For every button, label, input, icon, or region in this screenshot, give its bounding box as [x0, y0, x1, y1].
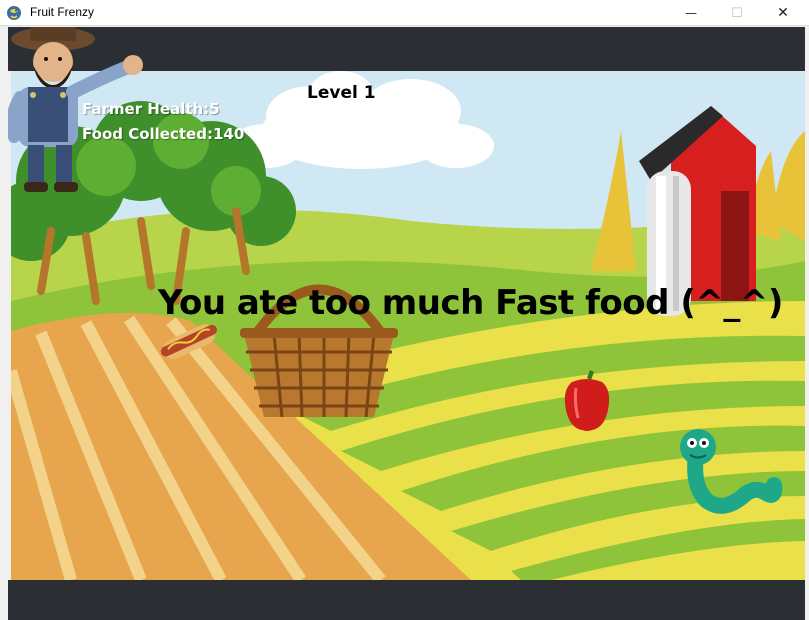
- title-bar: Fruit Frenzy — ☐ ✕: [0, 0, 809, 26]
- minimize-button[interactable]: —: [668, 0, 714, 26]
- snake-app-icon: [7, 6, 21, 20]
- bottom-border-band: [8, 580, 805, 620]
- worm-sprite: [680, 429, 783, 514]
- close-button[interactable]: ✕: [760, 0, 806, 26]
- level-label: Level 1: [307, 83, 376, 103]
- window-title: Fruit Frenzy: [30, 5, 95, 19]
- minimize-icon: —: [685, 6, 697, 20]
- game-canvas[interactable]: Farmer Health:5 Food Collected:140 Level…: [8, 27, 805, 620]
- maximize-button[interactable]: ☐: [714, 0, 760, 26]
- farmer-health-label: Farmer Health:5: [82, 100, 220, 118]
- maximize-icon: ☐: [731, 5, 743, 21]
- game-over-message: You ate too much Fast food (^_^): [158, 283, 783, 323]
- food-collected-label: Food Collected:140: [82, 125, 245, 143]
- red-pepper-sprite: [564, 370, 610, 431]
- hotdog-sprite: [160, 324, 217, 359]
- close-icon: ✕: [777, 5, 789, 21]
